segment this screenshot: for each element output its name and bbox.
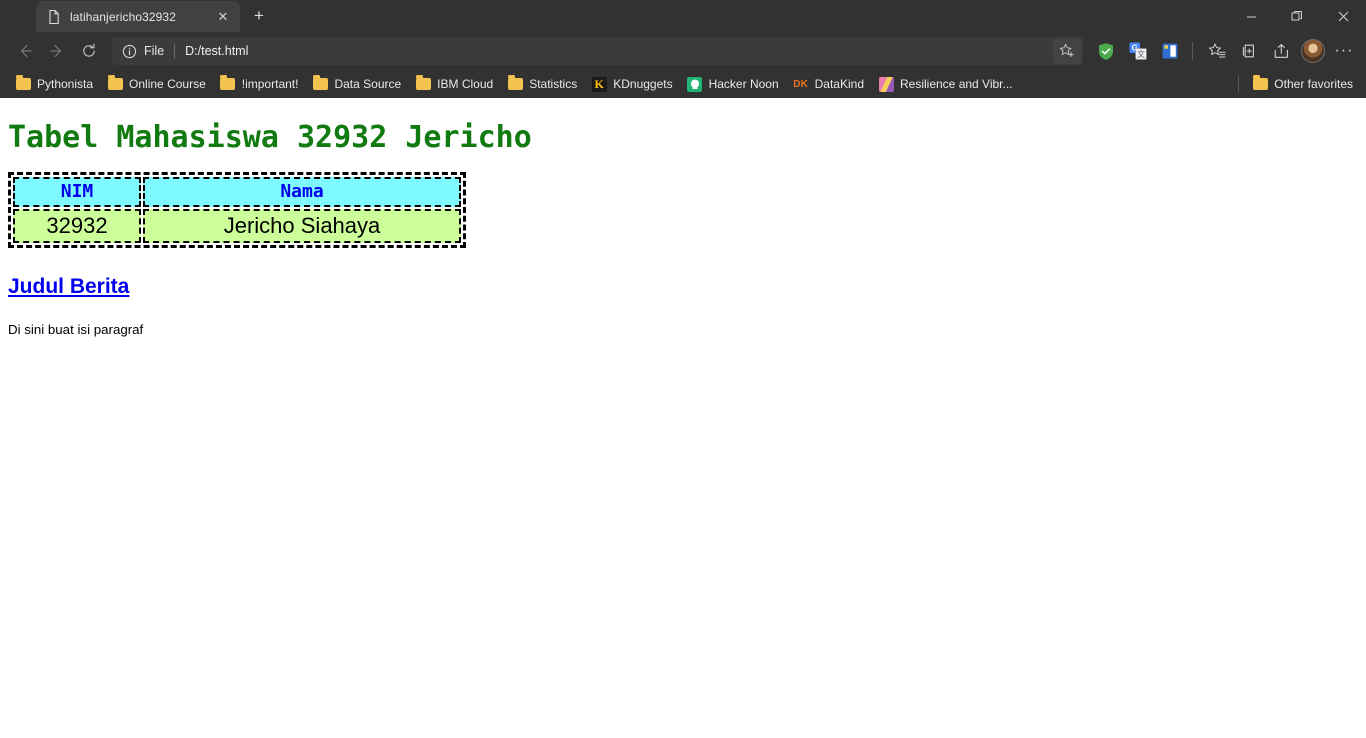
url-text[interactable]: D:/test.html [185, 44, 1047, 58]
bookmark-label: !important! [241, 77, 299, 91]
tab-title: latihanjericho32932 [70, 9, 176, 24]
news-link[interactable]: Judul Berita [8, 275, 129, 298]
toolbar-divider [1192, 42, 1193, 60]
bookmark-label: IBM Cloud [437, 77, 494, 91]
settings-menu-icon[interactable]: ··· [1330, 37, 1358, 65]
cell-nim: 32932 [13, 208, 141, 243]
share-icon[interactable] [1266, 36, 1296, 66]
minimize-icon[interactable] [1228, 0, 1274, 32]
navigation-bar: File D:/test.html G 文 ··· [0, 32, 1366, 70]
news-heading: Judul Berita [8, 274, 1358, 299]
browser-window: latihanjericho32932 ✕ + File D:/test.htm… [0, 0, 1366, 738]
extension-icons: G 文 [1093, 38, 1183, 64]
bookmark-label: Pythonista [37, 77, 94, 91]
address-bar[interactable]: File D:/test.html [112, 37, 1083, 65]
info-icon[interactable] [120, 42, 138, 60]
folder-icon [15, 75, 31, 92]
folder-icon [220, 75, 236, 92]
svg-text:文: 文 [1137, 49, 1145, 59]
bookmark-label: Statistics [529, 77, 578, 91]
restore-icon[interactable] [1274, 0, 1320, 32]
add-favorite-icon[interactable] [1053, 38, 1081, 64]
folder-icon [1252, 75, 1268, 92]
close-icon[interactable] [1320, 0, 1366, 32]
bookmark-label: Online Course [129, 77, 206, 91]
kdnuggets-icon: K [591, 76, 607, 92]
blue-extension-icon[interactable] [1157, 38, 1183, 64]
hackernoon-icon [687, 76, 703, 92]
avatar[interactable] [1298, 36, 1328, 66]
browser-tab[interactable]: latihanjericho32932 ✕ [36, 1, 240, 32]
bookmark-ibm-cloud[interactable]: IBM Cloud [408, 73, 500, 95]
bookmark-label: KDnuggets [613, 77, 673, 91]
folder-icon [312, 75, 328, 92]
bookmark-pythonista[interactable]: Pythonista [8, 73, 100, 95]
new-tab-button[interactable]: + [244, 1, 274, 31]
adguard-icon[interactable] [1093, 38, 1119, 64]
column-header-nama: Nama [143, 176, 461, 207]
page-viewport: Tabel Mahasiswa 32932 Jericho NIM Nama 3… [0, 98, 1366, 738]
column-header-nim: NIM [13, 176, 141, 207]
back-icon[interactable] [10, 36, 40, 66]
url-scheme-label: File [144, 44, 165, 58]
bookmark-online-course[interactable]: Online Course [100, 73, 213, 95]
tab-strip: latihanjericho32932 ✕ + [0, 0, 1366, 32]
bookmark-label: DataKind [814, 77, 864, 91]
bookmarks-divider [1238, 76, 1240, 92]
page-body: Tabel Mahasiswa 32932 Jericho NIM Nama 3… [0, 98, 1366, 346]
google-translate-icon[interactable]: G 文 [1125, 38, 1151, 64]
bookmark-resilience-and-vibrancy[interactable]: Resilience and Vibr... [871, 73, 1020, 95]
cell-nama: Jericho Siahaya [143, 208, 461, 243]
other-favorites-button[interactable]: Other favorites [1245, 73, 1360, 95]
bookmark-datakind[interactable]: DK DataKind [786, 73, 871, 95]
table-header-row: NIM Nama [13, 176, 461, 207]
bookmark-data-source[interactable]: Data Source [305, 73, 408, 95]
folder-icon [107, 75, 123, 92]
folder-icon [415, 75, 431, 92]
bookmark-label: Data Source [334, 77, 402, 91]
other-favorites-container: Other favorites [1238, 70, 1360, 98]
folder-icon [507, 75, 523, 92]
students-table: NIM Nama 32932 Jericho Siahaya [8, 171, 466, 248]
page-title: Tabel Mahasiswa 32932 Jericho [8, 120, 532, 155]
bookmark-hacker-noon[interactable]: Hacker Noon [680, 73, 786, 95]
bookmark-label: Hacker Noon [708, 77, 779, 91]
favorites-icon[interactable] [1202, 36, 1232, 66]
table-head: NIM Nama [13, 176, 461, 207]
bookmark-statistics[interactable]: Statistics [500, 73, 584, 95]
table-body: 32932 Jericho Siahaya [13, 208, 461, 243]
datakind-icon: DK [793, 78, 809, 90]
page-icon [46, 9, 62, 25]
window-controls [1228, 0, 1366, 32]
refresh-icon[interactable] [74, 36, 104, 66]
page-paragraph: Di sini buat isi paragraf [8, 321, 144, 337]
bookmark-important[interactable]: !important! [213, 73, 306, 95]
bookmark-kdnuggets[interactable]: K KDnuggets [584, 73, 679, 95]
table-row: 32932 Jericho Siahaya [13, 208, 461, 243]
address-divider [174, 43, 176, 59]
forward-icon[interactable] [42, 36, 72, 66]
close-icon[interactable]: ✕ [212, 6, 234, 28]
other-favorites-label: Other favorites [1274, 77, 1353, 91]
bookmarks-bar: Pythonista Online Course !important! Dat… [0, 70, 1366, 98]
profile-photo [1301, 39, 1325, 63]
bookmark-label: Resilience and Vibr... [900, 77, 1013, 91]
collections-icon[interactable] [1234, 36, 1264, 66]
resilience-icon [878, 76, 894, 92]
